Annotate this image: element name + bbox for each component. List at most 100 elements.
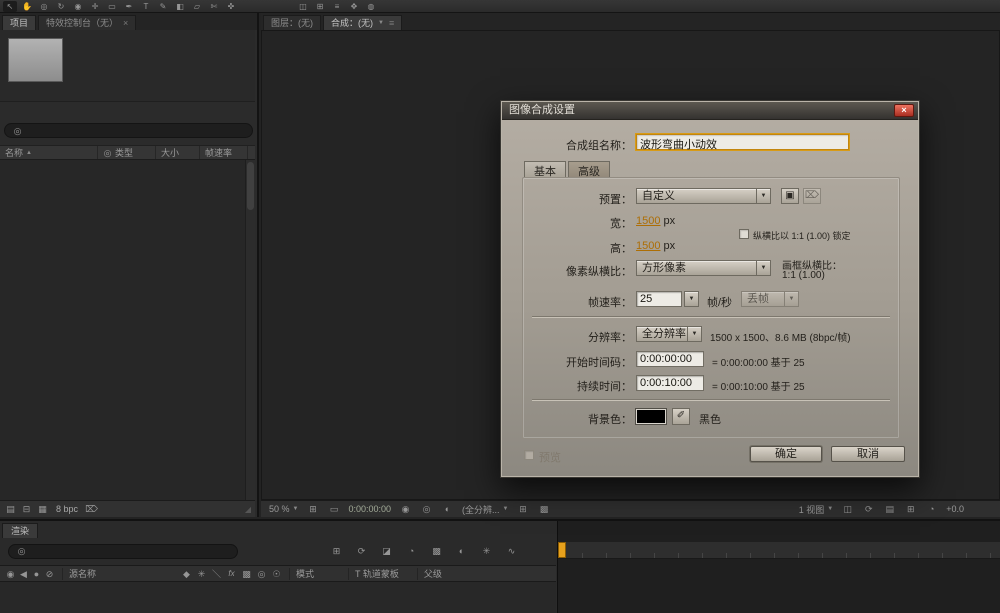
reset-exposure-icon[interactable]: ◔ xyxy=(925,503,938,515)
pen-tool-icon[interactable]: ✒ xyxy=(122,1,136,12)
cancel-button[interactable]: 取消 xyxy=(831,446,905,462)
ok-button[interactable]: 确定 xyxy=(750,446,822,462)
tab-layer[interactable]: 图层：(无) xyxy=(263,15,321,30)
lock-icon[interactable]: ⊘ xyxy=(43,568,56,580)
save-preset-button[interactable]: ▣ xyxy=(781,188,799,204)
safe-zones-icon[interactable]: ⊞ xyxy=(306,503,319,515)
width-value[interactable]: 1500 xyxy=(636,215,660,227)
unified-camera-tool-icon[interactable]: ◉ xyxy=(71,1,85,12)
snapshot-icon[interactable]: ◉ xyxy=(399,503,412,515)
draft-3d-icon[interactable]: ◪ xyxy=(380,545,393,557)
solo-icon[interactable]: ● xyxy=(30,568,43,580)
aspect-lock-checkbox[interactable] xyxy=(739,229,749,239)
clone-stamp-tool-icon[interactable]: ◧ xyxy=(173,1,187,12)
parent-column[interactable]: 父级 xyxy=(424,567,442,580)
brush-tool-icon[interactable]: ✎ xyxy=(156,1,170,12)
start-timecode-input[interactable]: 0:00:00:00 xyxy=(636,351,704,367)
eyedropper-button[interactable]: ✐ xyxy=(672,408,690,425)
mode-column[interactable]: 模式 xyxy=(296,567,314,580)
column-size[interactable]: 大小 xyxy=(156,146,200,159)
eraser-tool-icon[interactable]: ▱ xyxy=(190,1,204,12)
delete-icon[interactable]: ⌦ xyxy=(85,503,98,515)
frame-blend-icon[interactable]: ▩ xyxy=(430,545,443,557)
fx-switch-icon[interactable]: fx xyxy=(225,568,238,580)
brainstorm-icon[interactable]: ✳ xyxy=(480,545,493,557)
column-name[interactable]: 名称 ▲ xyxy=(0,146,98,159)
color-depth-button[interactable]: 8 bpc xyxy=(52,504,82,514)
current-time-indicator[interactable] xyxy=(558,542,566,558)
audio-icon[interactable]: ◀ xyxy=(17,568,30,580)
panel-resize-grip[interactable]: ◢ xyxy=(245,505,251,514)
height-field[interactable]: 1500 px xyxy=(636,240,675,252)
type-tool-icon[interactable]: T xyxy=(139,1,153,12)
project-scrollbar-thumb[interactable] xyxy=(247,162,254,210)
motion-blur-switch-icon[interactable]: ◎ xyxy=(255,568,268,580)
hide-shy-layers-icon[interactable]: ◔ xyxy=(405,545,418,557)
layer-list-area[interactable] xyxy=(0,582,556,613)
rotation-tool-icon[interactable]: ↻ xyxy=(54,1,68,12)
tab-advanced[interactable]: 高级 xyxy=(568,161,610,178)
tab-render-queue[interactable]: 渲染 xyxy=(2,523,39,538)
tracker-icon[interactable]: ✥ xyxy=(347,1,361,12)
dialog-close-button[interactable]: × xyxy=(894,104,914,117)
column-framerate[interactable]: 帧速率 xyxy=(200,146,248,159)
interpret-footage-icon[interactable]: ▤ xyxy=(4,503,17,515)
height-value[interactable]: 1500 xyxy=(636,240,660,252)
project-search-input[interactable]: ◎ xyxy=(4,123,253,138)
mask-feather-icon[interactable]: ◍ xyxy=(364,1,378,12)
pixel-aspect-dropdown[interactable]: 方形像素 ▼ xyxy=(636,260,771,276)
frame-blend-switch-icon[interactable]: ▩ xyxy=(240,568,253,580)
collapse-switch-icon[interactable]: ✳ xyxy=(195,568,208,580)
tab-composition[interactable]: 合成：(无) ▼ ≡ xyxy=(323,15,403,30)
comp-name-input[interactable]: 波形弯曲小动效 xyxy=(636,134,849,151)
timeline-button-icon[interactable]: ▤ xyxy=(883,503,896,515)
bgcolor-swatch[interactable] xyxy=(636,409,666,424)
preset-dropdown[interactable]: 自定义 ▼ xyxy=(636,188,771,204)
transparency-grid-icon[interactable]: ▩ xyxy=(537,503,550,515)
chevron-down-icon[interactable]: ▼ xyxy=(378,17,384,30)
framerate-dropdown-button[interactable]: ▼ xyxy=(684,291,699,307)
shy-switch-icon[interactable]: ◆ xyxy=(180,568,193,580)
new-folder-icon[interactable]: ⊟ xyxy=(20,503,33,515)
project-items-list[interactable] xyxy=(0,160,245,500)
region-of-interest-icon[interactable]: ⊞ xyxy=(516,503,529,515)
workspace-icon[interactable]: ◫ xyxy=(296,1,310,12)
preview-checkbox[interactable] xyxy=(524,450,534,460)
hand-tool-icon[interactable]: ✋ xyxy=(20,1,34,12)
puppet-pin-tool-icon[interactable]: ✜ xyxy=(224,1,238,12)
exposure-value[interactable]: +0.0 xyxy=(946,504,964,514)
view-layout-dropdown[interactable]: 1 视图 ▼ xyxy=(799,503,833,516)
roto-brush-tool-icon[interactable]: ✄ xyxy=(207,1,221,12)
time-ruler[interactable] xyxy=(558,542,1000,559)
current-time-display[interactable]: 0:00:00:00 xyxy=(348,504,391,514)
graph-editor-icon[interactable]: ∿ xyxy=(505,545,518,557)
track-matte-column[interactable]: T 轨道蒙板 xyxy=(355,567,399,580)
source-name-column[interactable]: 源名称 xyxy=(69,567,96,580)
show-snapshot-icon[interactable]: ◎ xyxy=(420,503,433,515)
timeline-search-input[interactable]: ◎ xyxy=(8,543,238,559)
new-composition-icon[interactable]: ▦ xyxy=(36,503,49,515)
pan-behind-tool-icon[interactable]: ✛ xyxy=(88,1,102,12)
project-scrollbar[interactable] xyxy=(245,160,255,500)
magnification-dropdown[interactable]: 50 % ▼ xyxy=(269,504,298,514)
mask-visibility-icon[interactable]: ▭ xyxy=(327,503,340,515)
quality-switch-icon[interactable]: ＼ xyxy=(210,568,223,580)
tab-project[interactable]: 项目 xyxy=(2,15,37,30)
comp-mini-flowchart-icon[interactable]: ⊞ xyxy=(330,545,343,557)
live-update-icon[interactable]: ⟳ xyxy=(355,545,368,557)
grid-guides-icon[interactable]: ⊞ xyxy=(313,1,327,12)
framerate-input[interactable]: 25 xyxy=(636,291,682,307)
align-icon[interactable]: ≡ xyxy=(330,1,344,12)
flowchart-button-icon[interactable]: ⊞ xyxy=(904,503,917,515)
fast-preview-icon[interactable]: ⟳ xyxy=(862,503,875,515)
selection-tool-icon[interactable]: ↖ xyxy=(3,0,17,12)
zoom-tool-icon[interactable]: ◎ xyxy=(37,1,51,12)
pixel-aspect-correction-icon[interactable]: ◫ xyxy=(841,503,854,515)
motion-blur-icon[interactable]: ◐ xyxy=(455,545,468,557)
tab-basic[interactable]: 基本 xyxy=(524,161,566,178)
channels-icon[interactable]: ◐ xyxy=(441,503,454,515)
width-field[interactable]: 1500 px xyxy=(636,215,675,227)
column-type[interactable]: ◎ 类型 xyxy=(98,146,156,159)
rect-mask-tool-icon[interactable]: ▭ xyxy=(105,1,119,12)
tab-effect-controls[interactable]: 特效控制台（无） × xyxy=(38,15,137,30)
